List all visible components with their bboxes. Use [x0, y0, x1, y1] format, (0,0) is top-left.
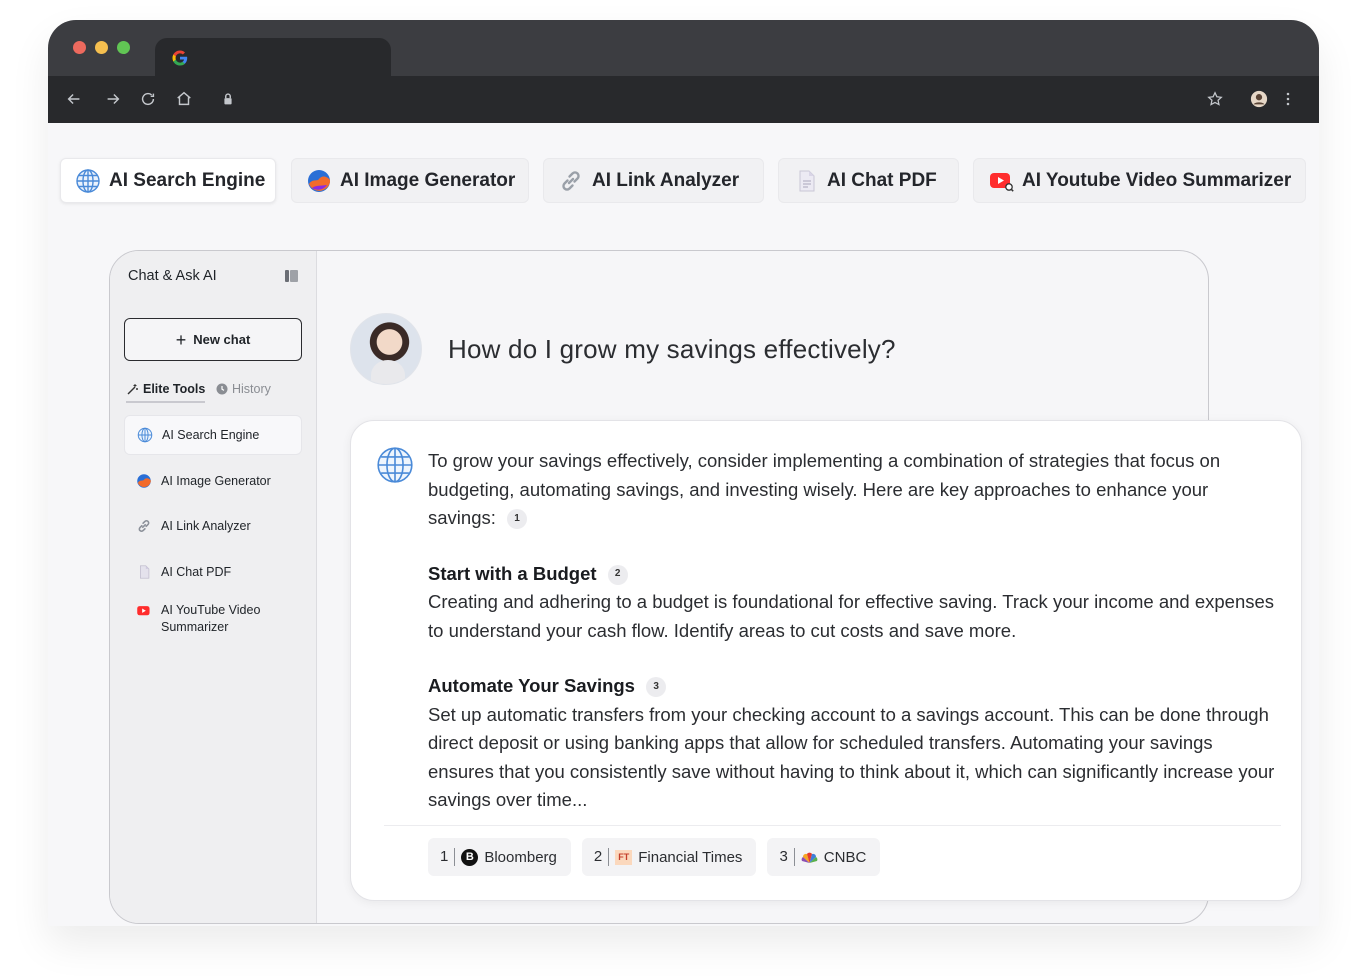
tool-tab-ai-chat-pdf[interactable]: AI Chat PDF: [778, 158, 959, 203]
section-body: Set up automatic transfers from your che…: [428, 703, 1275, 811]
profile-avatar-icon[interactable]: [1249, 90, 1269, 110]
back-arrow-icon[interactable]: [64, 90, 84, 110]
sidebar-item-label: AI Link Analyzer: [161, 519, 251, 533]
tool-navigation: AI Search Engine AI Image Generator AI L…: [48, 158, 1319, 204]
sidebar-item-label: AI Chat PDF: [161, 564, 232, 579]
reload-icon[interactable]: [138, 90, 158, 110]
sidebar-tabs: Elite Tools History: [126, 382, 306, 406]
citation-badge[interactable]: 2: [607, 564, 628, 585]
section-heading-row: Automate Your Savings 3: [428, 672, 1280, 701]
tool-tab-ai-image-generator[interactable]: AI Image Generator: [291, 158, 529, 203]
image-generator-icon: [136, 473, 152, 489]
tab-elite-tools[interactable]: Elite Tools: [126, 382, 206, 403]
answer-intro-text: To grow your savings effectively, consid…: [428, 450, 1221, 528]
google-icon: [172, 50, 188, 66]
sidebar-title: Chat & Ask AI: [128, 268, 217, 284]
source-chip-financial-times[interactable]: 2 FT Financial Times: [581, 838, 757, 876]
globe-icon: [75, 168, 101, 194]
section-heading: Automate Your Savings: [428, 675, 635, 696]
tab-history-label: History: [232, 382, 271, 396]
tool-tab-ai-link-analyzer[interactable]: AI Link Analyzer: [543, 158, 764, 203]
answer-section: Start with a Budget 2 Creating and adher…: [428, 560, 1280, 646]
tool-tab-label: AI Youtube Video Summarizer: [1022, 169, 1292, 191]
question-text: How do I grow my savings effectively?: [448, 333, 896, 364]
sidebar-tool-list: AI Search Engine AI Image Generator AI L…: [124, 415, 302, 649]
source-name: CNBC: [823, 848, 867, 866]
tool-tab-label: AI Link Analyzer: [592, 169, 740, 191]
pdf-icon: [793, 168, 819, 194]
answer-section: Automate Your Savings 3 Set up automatic…: [428, 672, 1280, 815]
sidebar-item-label: AI Search Engine: [162, 428, 260, 442]
sidebar-item-ai-link-analyzer[interactable]: AI Link Analyzer: [124, 506, 302, 546]
pdf-icon: [136, 564, 152, 580]
sidebar-item-ai-youtube-video-summarizer[interactable]: AI YouTube Video Summarizer: [124, 597, 302, 643]
lock-icon: [218, 90, 238, 110]
source-chip-bloomberg[interactable]: 1 B Bloomberg: [428, 838, 571, 876]
link-icon: [558, 168, 584, 194]
citation-badge[interactable]: 1: [507, 509, 528, 530]
cnbc-icon: [801, 852, 818, 863]
sidebar-item-ai-chat-pdf[interactable]: AI Chat PDF: [124, 552, 302, 592]
source-name: Financial Times: [638, 848, 743, 866]
source-chip-cnbc[interactable]: 3 CNBC: [767, 838, 881, 876]
plus-icon: +: [175, 329, 187, 350]
sidebar-item-ai-search-engine[interactable]: AI Search Engine: [124, 415, 302, 455]
magic-wand-icon: [127, 383, 138, 394]
bloomberg-icon: B: [461, 848, 479, 866]
bookmark-star-icon[interactable]: [1205, 90, 1225, 110]
browser-menu-icon[interactable]: [1278, 90, 1298, 110]
home-icon[interactable]: [174, 90, 194, 110]
source-number: 3: [779, 848, 795, 866]
close-window-button[interactable]: [73, 41, 86, 54]
sidebar-item-ai-image-generator[interactable]: AI Image Generator: [124, 461, 302, 501]
browser-titlebar: [48, 20, 1319, 76]
link-icon: [136, 518, 152, 534]
collapse-sidebar-icon[interactable]: [285, 270, 298, 282]
source-number: 1: [440, 848, 456, 866]
source-name: Bloomberg: [484, 848, 557, 866]
history-clock-icon: [216, 383, 228, 395]
new-chat-label: New chat: [193, 332, 251, 347]
tool-tab-ai-youtube-video-summarizer[interactable]: AI Youtube Video Summarizer: [973, 158, 1306, 203]
tool-tab-label: AI Search Engine: [109, 169, 266, 191]
section-heading-row: Start with a Budget 2: [428, 560, 1280, 589]
minimize-window-button[interactable]: [95, 41, 108, 54]
tool-tab-ai-search-engine[interactable]: AI Search Engine: [60, 158, 276, 203]
sources-divider: [384, 825, 1281, 826]
tab-history[interactable]: History: [216, 382, 271, 396]
sources-row: 1 B Bloomberg 2 FT Financial Times 3 CNB…: [428, 838, 881, 876]
globe-icon: [137, 427, 153, 443]
tab-elite-tools-label: Elite Tools: [143, 382, 206, 396]
new-chat-button[interactable]: + New chat: [124, 318, 302, 361]
answer-body: To grow your savings effectively, consid…: [428, 447, 1280, 815]
sidebar-item-label: AI Image Generator: [161, 473, 271, 488]
financial-times-icon: FT: [615, 849, 633, 865]
sidebar-item-label: AI YouTube Video Summarizer: [161, 603, 261, 634]
browser-tab[interactable]: [155, 38, 391, 76]
image-generator-icon: [306, 168, 332, 194]
source-number: 2: [594, 848, 610, 866]
answer-intro: To grow your savings effectively, consid…: [428, 447, 1280, 533]
youtube-icon: [136, 603, 152, 619]
user-question: How do I grow my savings effectively?: [350, 313, 896, 385]
sidebar: Chat & Ask AI + New chat Elite Tools His…: [110, 251, 317, 923]
user-avatar: [350, 313, 422, 385]
section-body: Creating and adhering to a budget is fou…: [428, 591, 1275, 641]
maximize-window-button[interactable]: [117, 41, 130, 54]
browser-toolbar: [48, 76, 1319, 123]
youtube-icon: [988, 168, 1014, 194]
tool-tab-label: AI Chat PDF: [827, 169, 937, 191]
browser-window: AI Search Engine AI Image Generator AI L…: [48, 20, 1319, 926]
answer-card: To grow your savings effectively, consid…: [350, 420, 1302, 901]
forward-arrow-icon[interactable]: [103, 90, 123, 110]
globe-icon: [377, 447, 413, 483]
section-heading: Start with a Budget: [428, 562, 597, 584]
citation-badge[interactable]: 3: [646, 677, 667, 698]
tool-tab-label: AI Image Generator: [340, 169, 516, 191]
